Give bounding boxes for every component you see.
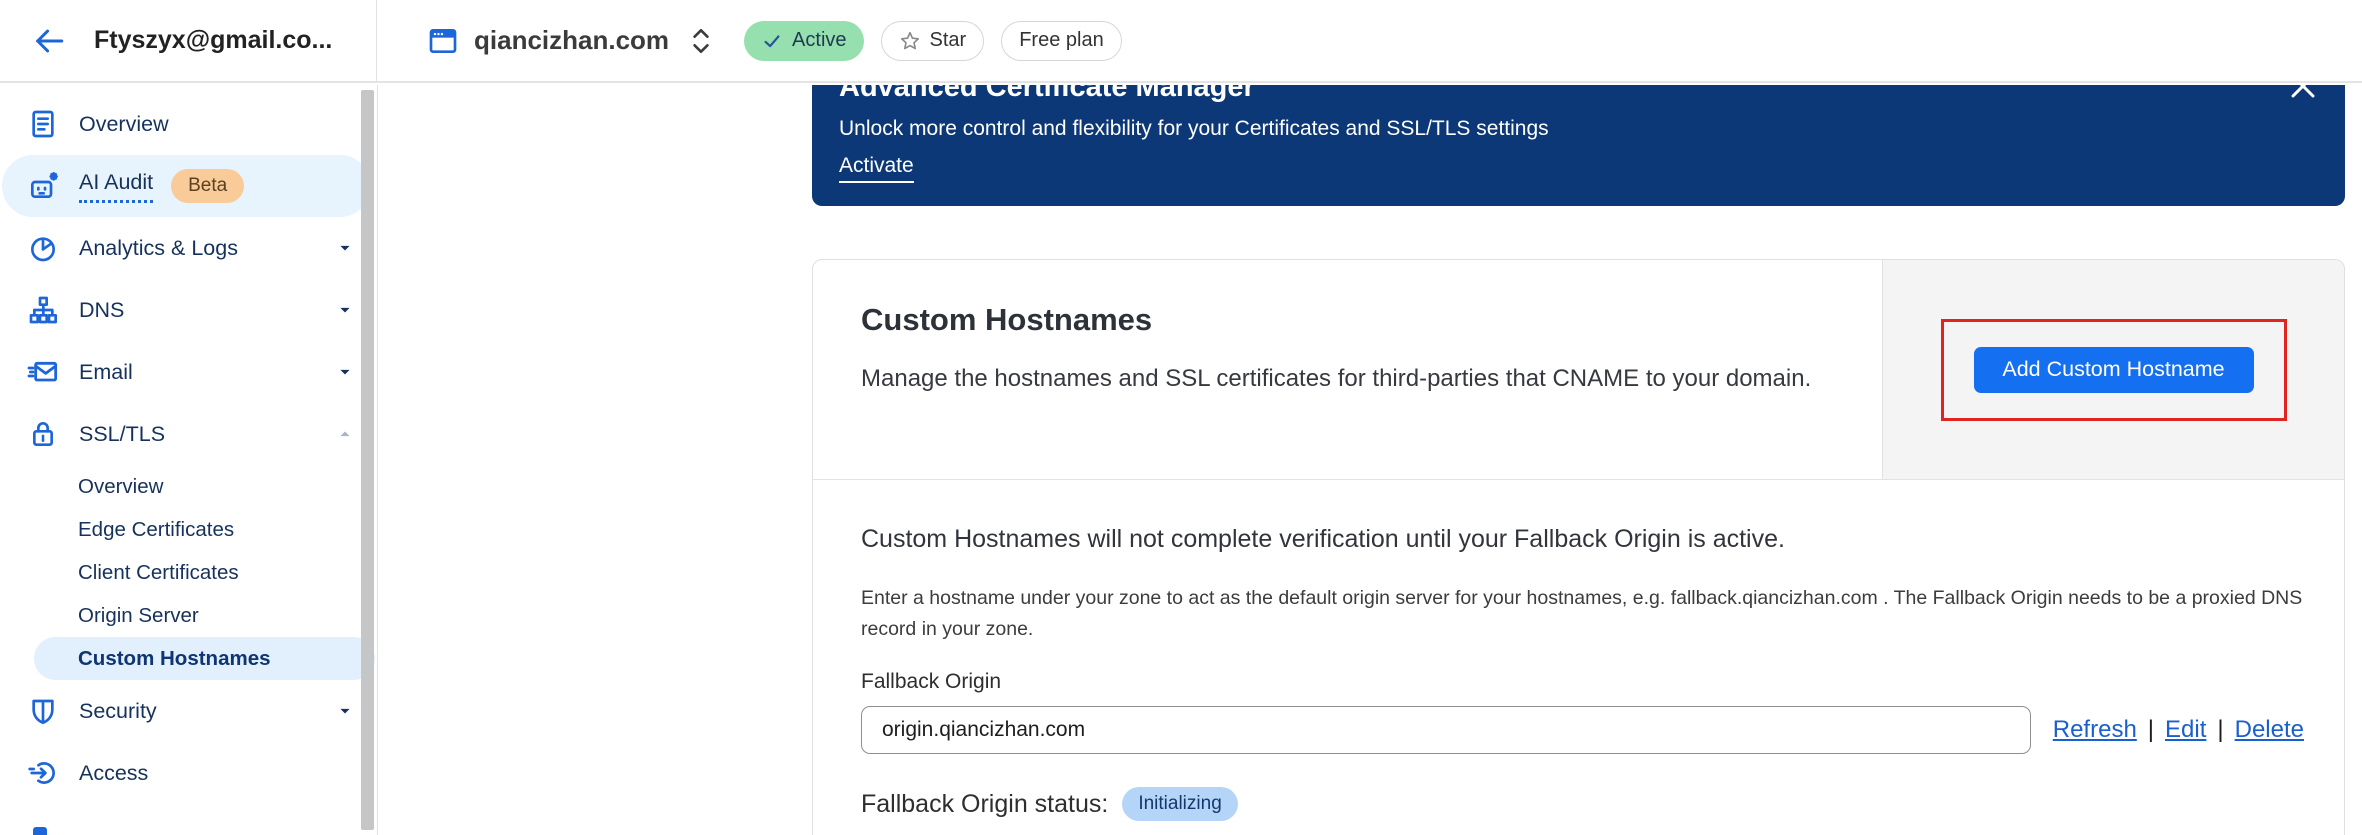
sidebar-item-label: DNS: [79, 298, 315, 323]
sidebar-item-ssl-tls[interactable]: SSL/TLS: [0, 403, 377, 465]
sidebar-subitem-label: Overview: [78, 475, 163, 499]
sidebar-item-dns[interactable]: DNS: [0, 279, 377, 341]
fallback-origin-status-label: Fallback Origin status:: [861, 790, 1108, 819]
sidebar-item-label: Email: [79, 360, 315, 385]
sitemap-icon: [27, 294, 59, 326]
chevron-down-icon: [335, 300, 355, 320]
robot-icon: [27, 170, 59, 202]
shield-icon: [27, 695, 59, 727]
lock-icon: [27, 418, 59, 450]
close-icon[interactable]: [2288, 85, 2318, 101]
sidebar-subitem-edge-certificates[interactable]: Edge Certificates: [0, 508, 377, 551]
beta-badge: Beta: [171, 169, 244, 203]
status-badge-active: Active: [744, 21, 863, 61]
clipped-sidebar-icon: [33, 827, 47, 835]
check-icon: [761, 30, 783, 52]
envelope-icon: [27, 356, 59, 388]
highlight-annotation-box: Add Custom Hostname: [1941, 319, 2287, 421]
verification-notice: Custom Hostnames will not complete verif…: [861, 525, 2304, 554]
delete-link[interactable]: Delete: [2235, 716, 2304, 744]
card-description: Manage the hostnames and SSL certificate…: [861, 359, 1834, 398]
star-button-label: Star: [930, 29, 967, 52]
header-account-section: Ftyszyx@gmail.co...: [0, 0, 377, 81]
sidebar-item-label: Security: [79, 699, 315, 724]
star-button[interactable]: Star: [881, 21, 985, 61]
sidebar-subitem-client-certificates[interactable]: Client Certificates: [0, 551, 377, 594]
refresh-link[interactable]: Refresh: [2053, 716, 2137, 744]
browser-window-icon: [427, 25, 459, 57]
link-separator: |: [2217, 716, 2223, 744]
domain-name: qiancizhan.com: [474, 25, 669, 56]
sidebar-subitem-ssl-overview[interactable]: Overview: [0, 465, 377, 508]
add-custom-hostname-button[interactable]: Add Custom Hostname: [1974, 347, 2254, 393]
sidebar-subitem-custom-hostnames[interactable]: Custom Hostnames: [34, 637, 375, 680]
sidebar-scrollbar[interactable]: [361, 90, 374, 830]
custom-hostnames-card: Custom Hostnames Manage the hostnames an…: [812, 259, 2345, 835]
chevron-down-icon: [335, 238, 355, 258]
fallback-origin-input[interactable]: [861, 706, 2031, 754]
main-content: Advanced Certificate Manager Unlock more…: [379, 85, 2362, 835]
sidebar-item-label: Overview: [79, 112, 355, 137]
sidebar-subitem-label: Custom Hostnames: [78, 647, 271, 671]
plan-badge-label: Free plan: [1019, 29, 1104, 52]
domain-selector[interactable]: qiancizhan.com: [377, 25, 714, 57]
login-arrow-icon: [27, 757, 59, 789]
sidebar-item-ai-audit[interactable]: AI Audit Beta: [2, 155, 371, 217]
chevron-up-icon: [335, 424, 355, 444]
banner-title: Advanced Certificate Manager: [839, 85, 2285, 106]
sidebar-item-security[interactable]: Security: [0, 680, 377, 742]
fallback-origin-status-badge: Initializing: [1122, 787, 1237, 821]
plan-badge[interactable]: Free plan: [1001, 21, 1122, 61]
sidebar-subitem-label: Origin Server: [78, 604, 199, 628]
activate-link[interactable]: Activate: [839, 154, 914, 183]
clipboard-icon: [27, 108, 59, 140]
card-action-panel: Add Custom Hostname: [1883, 260, 2344, 479]
fallback-origin-help: Enter a hostname under your zone to act …: [861, 583, 2304, 645]
fallback-origin-label: Fallback Origin: [861, 670, 2304, 694]
sidebar-item-label: Access: [79, 761, 355, 786]
domain-switch-chevrons-icon[interactable]: [688, 26, 714, 56]
active-badge-label: Active: [792, 29, 846, 52]
sidebar-subitem-origin-server[interactable]: Origin Server: [0, 594, 377, 637]
domain-badges: Active Star Free plan: [744, 21, 1122, 61]
sidebar-item-access[interactable]: Access: [0, 742, 377, 804]
sidebar-item-label: Analytics & Logs: [79, 236, 315, 261]
sidebar-item-email[interactable]: Email: [0, 341, 377, 403]
sidebar-item-analytics[interactable]: Analytics & Logs: [0, 217, 377, 279]
fallback-origin-section: Custom Hostnames will not complete verif…: [813, 479, 2344, 835]
chevron-down-icon: [335, 701, 355, 721]
sidebar-nav: Overview AI Audit Beta Analytics & Logs: [0, 85, 378, 835]
account-name[interactable]: Ftyszyx@gmail.co...: [94, 26, 332, 55]
cloudflare-dashboard: Ftyszyx@gmail.co... qiancizhan.com Activ…: [0, 0, 2362, 835]
edit-link[interactable]: Edit: [2165, 716, 2206, 744]
pie-chart-icon: [27, 232, 59, 264]
sidebar-subitem-label: Client Certificates: [78, 561, 239, 585]
sidebar-item-label: SSL/TLS: [79, 422, 315, 447]
star-icon: [899, 30, 921, 52]
sidebar-item-overview[interactable]: Overview: [0, 93, 377, 155]
chevron-down-icon: [335, 362, 355, 382]
sidebar-item-label: AI Audit: [79, 170, 153, 203]
back-arrow-icon[interactable]: [32, 24, 66, 58]
fallback-origin-actions: Refresh | Edit | Delete: [2053, 716, 2304, 744]
top-header: Ftyszyx@gmail.co... qiancizhan.com Activ…: [0, 0, 2362, 83]
acm-promo-banner: Advanced Certificate Manager Unlock more…: [812, 85, 2345, 206]
banner-description: Unlock more control and flexibility for …: [839, 117, 2285, 141]
sidebar-subitem-label: Edge Certificates: [78, 518, 234, 542]
card-title: Custom Hostnames: [861, 302, 1834, 338]
link-separator: |: [2148, 716, 2154, 744]
